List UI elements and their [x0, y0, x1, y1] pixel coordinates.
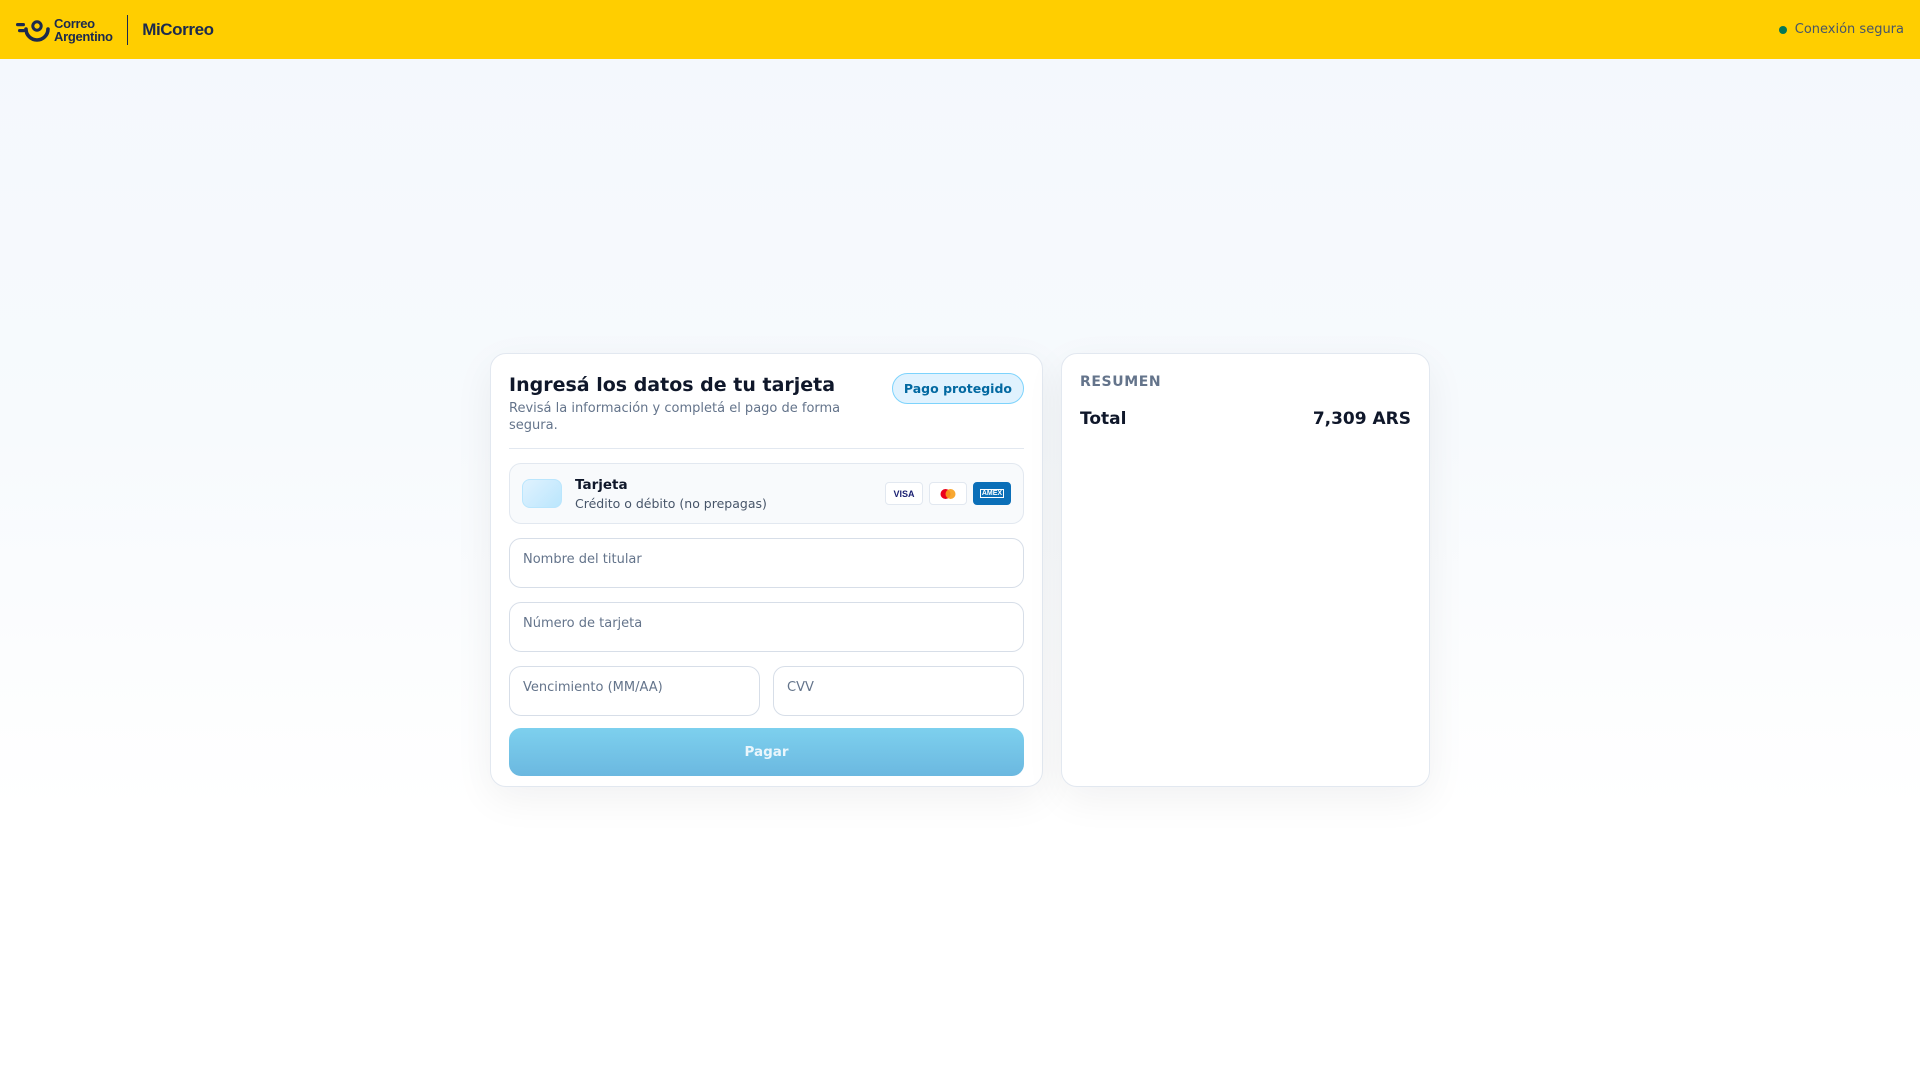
summary-card: RESUMEN Total 7,309 ARS: [1061, 353, 1430, 787]
secure-connection-indicator: Conexión segura: [1778, 22, 1904, 37]
divider: [509, 448, 1024, 449]
status-dot-icon: [1778, 25, 1787, 34]
payment-card: Ingresá los datos de tu tarjeta Revisá l…: [490, 353, 1043, 787]
summary-title: RESUMEN: [1080, 374, 1162, 390]
payment-subtitle: Revisá la información y completá el pago…: [509, 401, 841, 433]
expiry-input[interactable]: Vencimiento (MM/AA): [509, 666, 760, 716]
brand-name-line1: Correo: [54, 15, 95, 31]
payment-header: Ingresá los datos de tu tarjeta Revisá l…: [509, 372, 1024, 434]
brand-name-line2: Argentino: [54, 28, 113, 44]
visa-icon: VISA: [885, 482, 923, 505]
payment-method-description: Crédito o débito (no prepagas): [575, 495, 767, 511]
brand-divider: [126, 14, 129, 45]
protected-payment-badge: Pago protegido: [891, 373, 1024, 404]
correo-argentino-logo-icon: [16, 19, 50, 42]
mastercard-icon: [929, 482, 967, 505]
card-icon: [522, 479, 562, 508]
cardholder-name-input[interactable]: Nombre del titular: [509, 538, 1024, 588]
payment-method-card[interactable]: Tarjeta Crédito o débito (no prepagas) V…: [509, 463, 1024, 524]
mastercard-circles-icon: [940, 488, 956, 499]
total-value: 7,309 ARS: [1312, 409, 1411, 429]
product-name: MiCorreo: [142, 19, 214, 39]
expiry-cvv-row: Vencimiento (MM/AA) CVV: [509, 652, 1024, 716]
amex-label: AMEX: [979, 489, 1005, 498]
pay-button[interactable]: Pagar: [509, 728, 1024, 776]
card-brands: VISA AMEX: [885, 482, 1011, 505]
brand[interactable]: Correo Argentino MiCorreo: [16, 0, 214, 59]
card-number-input[interactable]: Número de tarjeta: [509, 602, 1024, 652]
amex-icon: AMEX: [973, 482, 1011, 505]
total-label: Total: [1080, 409, 1127, 429]
brand-name: Correo Argentino: [54, 17, 113, 43]
payment-title: Ingresá los datos de tu tarjeta: [509, 374, 836, 396]
payment-method-label: Tarjeta: [575, 476, 628, 493]
visa-label: VISA: [893, 488, 915, 499]
secure-connection-label: Conexión segura: [1794, 22, 1904, 37]
summary-total-row: Total 7,309 ARS: [1080, 409, 1411, 429]
cvv-input[interactable]: CVV: [773, 666, 1024, 716]
top-bar: Correo Argentino MiCorreo Conexión segur…: [0, 0, 1920, 59]
